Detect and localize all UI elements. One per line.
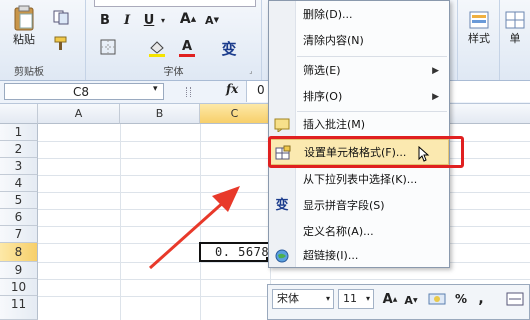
submenu-arrow-icon: ▶ xyxy=(432,92,439,102)
context-menu: 删除(D)... 清除内容(N) 筛选(E) ▶ 排序(O) ▶ 插入批注(M) 设… xyxy=(268,0,450,268)
menu-item-delete[interactable]: 删除(D)... xyxy=(269,2,449,28)
menu-item-insert-comment[interactable]: 插入批注(M) xyxy=(269,112,449,138)
comment-icon xyxy=(274,117,290,133)
mini-size-select[interactable]: 11 ▾ xyxy=(338,289,374,309)
chevron-down-icon: ▾ xyxy=(365,294,370,303)
menu-item-sort[interactable]: 排序(O) ▶ xyxy=(269,84,449,110)
decrease-decimal-icon xyxy=(506,292,524,306)
menu-item-delete-label: 删除(D)... xyxy=(303,8,353,21)
submenu-arrow-icon: ▶ xyxy=(432,66,439,76)
menu-item-pick-from-list[interactable]: 从下拉列表中选择(K)... xyxy=(269,167,449,193)
mini-shrink-font-button[interactable]: A ▼ xyxy=(402,291,420,309)
hyperlink-globe-icon xyxy=(274,248,290,264)
menu-item-hyperlink-label: 超链接(I)... xyxy=(303,249,359,262)
menu-item-show-phonetic[interactable]: 变 显示拼音字段(S) xyxy=(269,193,449,219)
mini-font-select[interactable]: 宋体 ▾ xyxy=(272,289,334,309)
menu-item-filter[interactable]: 筛选(E) ▶ xyxy=(269,58,449,84)
mini-toolbar: 宋体 ▾ 11 ▾ A ▲ A ▼ % , xyxy=(267,284,530,320)
menu-item-define-name-label: 定义名称(A)... xyxy=(303,225,374,238)
menu-item-pick-from-list-label: 从下拉列表中选择(K)... xyxy=(303,173,418,186)
menu-item-insert-comment-label: 插入批注(M) xyxy=(303,118,366,131)
menu-item-hyperlink[interactable]: 超链接(I)... xyxy=(269,243,449,269)
phonetic-icon: 变 xyxy=(275,198,289,213)
menu-item-filter-label: 筛选(E) xyxy=(303,64,341,77)
mini-accounting-format-button[interactable] xyxy=(426,289,448,309)
menu-item-sort-label: 排序(O) xyxy=(303,90,343,103)
mini-shrink-label: A xyxy=(404,293,413,307)
mini-font-value: 宋体 xyxy=(277,292,299,305)
accounting-format-icon xyxy=(428,293,446,305)
menu-item-show-phonetic-label: 显示拼音字段(S) xyxy=(303,199,385,212)
menu-item-define-name[interactable]: 定义名称(A)... xyxy=(269,219,449,245)
mini-size-value: 11 xyxy=(343,292,357,305)
highlight-box xyxy=(268,136,464,168)
mini-grow-font-button[interactable]: A ▲ xyxy=(380,289,400,309)
menu-item-clear-contents[interactable]: 清除内容(N) xyxy=(269,28,449,54)
mini-percent-button[interactable]: % xyxy=(452,289,470,309)
mini-format-painter-button[interactable] xyxy=(504,289,526,309)
mini-grow-label: A xyxy=(382,291,393,307)
mini-comma-button[interactable]: , xyxy=(474,289,488,309)
menu-item-clear-contents-label: 清除内容(N) xyxy=(303,34,364,47)
chevron-down-icon: ▾ xyxy=(325,294,330,303)
